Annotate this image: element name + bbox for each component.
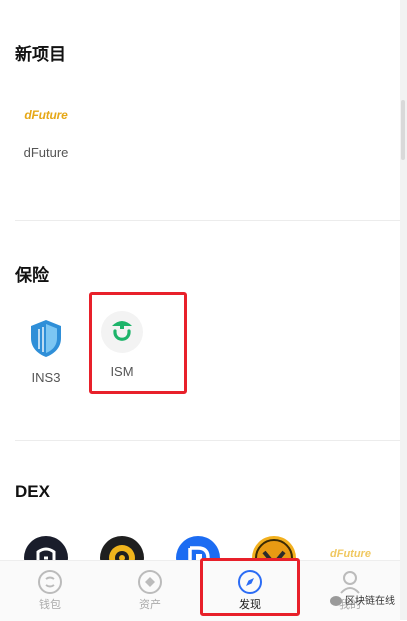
tab-label-wallet: 钱包: [39, 599, 61, 611]
watermark-label: 区块链在线: [345, 596, 395, 607]
assets-icon: [138, 570, 162, 594]
app-label-ins3: INS3: [31, 370, 61, 385]
wechat-icon: [330, 596, 342, 607]
divider: [15, 440, 400, 441]
section-title-insurance: 保险: [15, 266, 49, 285]
section-title-dex: DEX: [15, 482, 50, 501]
section-title-new-projects: 新项目: [15, 45, 66, 64]
tab-label-assets: 资产: [139, 599, 161, 611]
tab-profile[interactable]: 我的: [300, 561, 400, 621]
scrollbar-track: [400, 0, 407, 620]
app-dfuture[interactable]: dFuture dFuture: [14, 108, 78, 160]
app-ins3[interactable]: INS3: [14, 318, 78, 385]
scrollbar-thumb[interactable]: [401, 100, 405, 160]
highlight-box-ism: [89, 292, 187, 394]
wallet-icon: [38, 570, 62, 594]
dex-app-5-icon[interactable]: dFuture: [330, 548, 371, 560]
app-label-dfuture: dFuture: [23, 145, 69, 160]
dfuture-logo: dFuture: [24, 108, 68, 122]
ins3-shield-icon: [31, 320, 61, 357]
tab-assets[interactable]: 资产: [100, 561, 200, 621]
divider: [15, 220, 400, 221]
highlight-box-discover-tab: [200, 558, 300, 616]
tab-wallet[interactable]: 钱包: [0, 561, 100, 621]
discover-page: 新项目 dFuture dFuture 保险 INS3 ISM DEX dFut…: [0, 0, 400, 620]
watermark-text: 区块链在线: [330, 592, 395, 607]
